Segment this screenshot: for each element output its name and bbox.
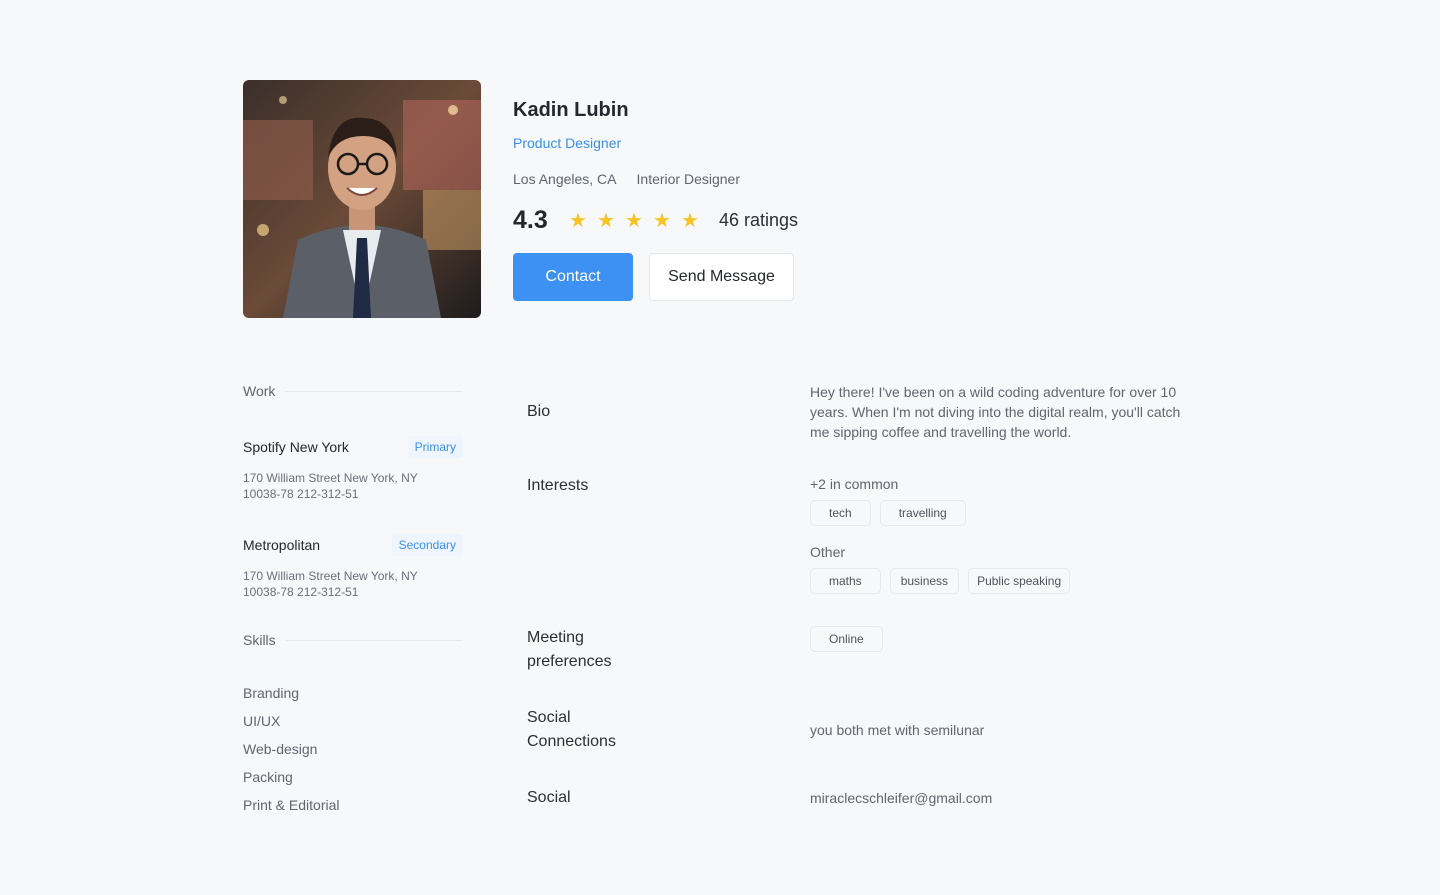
interest-tag[interactable]: maths <box>810 568 881 594</box>
rating-score: 4.3 <box>513 206 548 234</box>
social-email[interactable]: miraclecschleifer@gmail.com <box>810 790 992 806</box>
profile-photo <box>243 80 481 318</box>
meeting-tag[interactable]: Online <box>810 626 883 652</box>
meeting-preference-tags: Online <box>810 626 883 652</box>
skill-item: Branding <box>243 685 300 701</box>
profile-meta: Los Angeles, CA Interior Designer <box>513 171 740 187</box>
bio-text: Hey there! I've been on a wild coding ad… <box>810 384 1181 440</box>
ratings-count: 46 ratings <box>719 210 799 230</box>
common-interest-tags: tech travelling <box>810 500 966 526</box>
star-icon: ★ <box>681 209 699 232</box>
skill-item: UI/UX <box>243 713 281 729</box>
skills-divider <box>285 639 463 641</box>
profile-secondary-role: Interior Designer <box>636 171 741 187</box>
profile-location: Los Angeles, CA <box>513 171 617 187</box>
rating-stars: ★ ★ ★ ★ ★ <box>569 209 699 232</box>
profile-name: Kadin Lubin <box>513 99 629 121</box>
skills-list: Branding UI/UX Web-design Packing Print … <box>243 684 339 824</box>
work-company: Spotify New York <box>243 439 349 455</box>
social-label: Social <box>527 789 571 806</box>
secondary-badge: Secondary <box>391 534 463 556</box>
skills-heading: Skills <box>243 632 276 648</box>
contact-button[interactable]: Contact <box>513 253 633 301</box>
meeting-preferences-label: Meeting preferences <box>527 629 612 670</box>
star-icon: ★ <box>625 209 643 232</box>
rating-row: 4.3 ★ ★ ★ ★ ★ 46 ratings <box>513 206 798 235</box>
work-section-header: Work <box>243 383 463 399</box>
skill-item: Packing <box>243 769 293 785</box>
work-address: 170 William Street New York, NY 10038-78… <box>243 569 418 599</box>
skills-section-header: Skills <box>243 632 463 648</box>
other-interest-tags: maths business Public speaking <box>810 568 1071 594</box>
work-item: Spotify New York Primary 170 William Str… <box>243 436 463 502</box>
interest-tag[interactable]: Public speaking <box>968 568 1071 594</box>
common-interests-heading: +2 in common <box>810 476 899 492</box>
work-divider <box>285 390 463 392</box>
work-heading: Work <box>243 383 276 399</box>
work-company: Metropolitan <box>243 537 321 553</box>
star-icon: ★ <box>569 209 587 232</box>
skill-item: Web-design <box>243 741 318 757</box>
social-connections-label: Social Connections <box>527 709 616 750</box>
work-item: Metropolitan Secondary 170 William Stree… <box>243 534 463 600</box>
profile-role[interactable]: Product Designer <box>513 135 621 151</box>
work-address: 170 William Street New York, NY 10038-78… <box>243 471 418 501</box>
star-icon: ★ <box>653 209 671 232</box>
social-connections-text: you both met with semilunar <box>810 722 985 738</box>
skill-item: Print & Editorial <box>243 797 340 813</box>
interest-tag[interactable]: business <box>889 568 960 594</box>
star-icon: ★ <box>597 209 615 232</box>
other-interests-heading: Other <box>810 544 846 560</box>
interest-tag[interactable]: travelling <box>879 500 966 526</box>
interests-label: Interests <box>527 477 589 494</box>
send-message-button[interactable]: Send Message <box>649 253 794 301</box>
primary-badge: Primary <box>407 436 463 458</box>
bio-label: Bio <box>527 403 551 420</box>
interest-tag[interactable]: tech <box>810 500 871 526</box>
